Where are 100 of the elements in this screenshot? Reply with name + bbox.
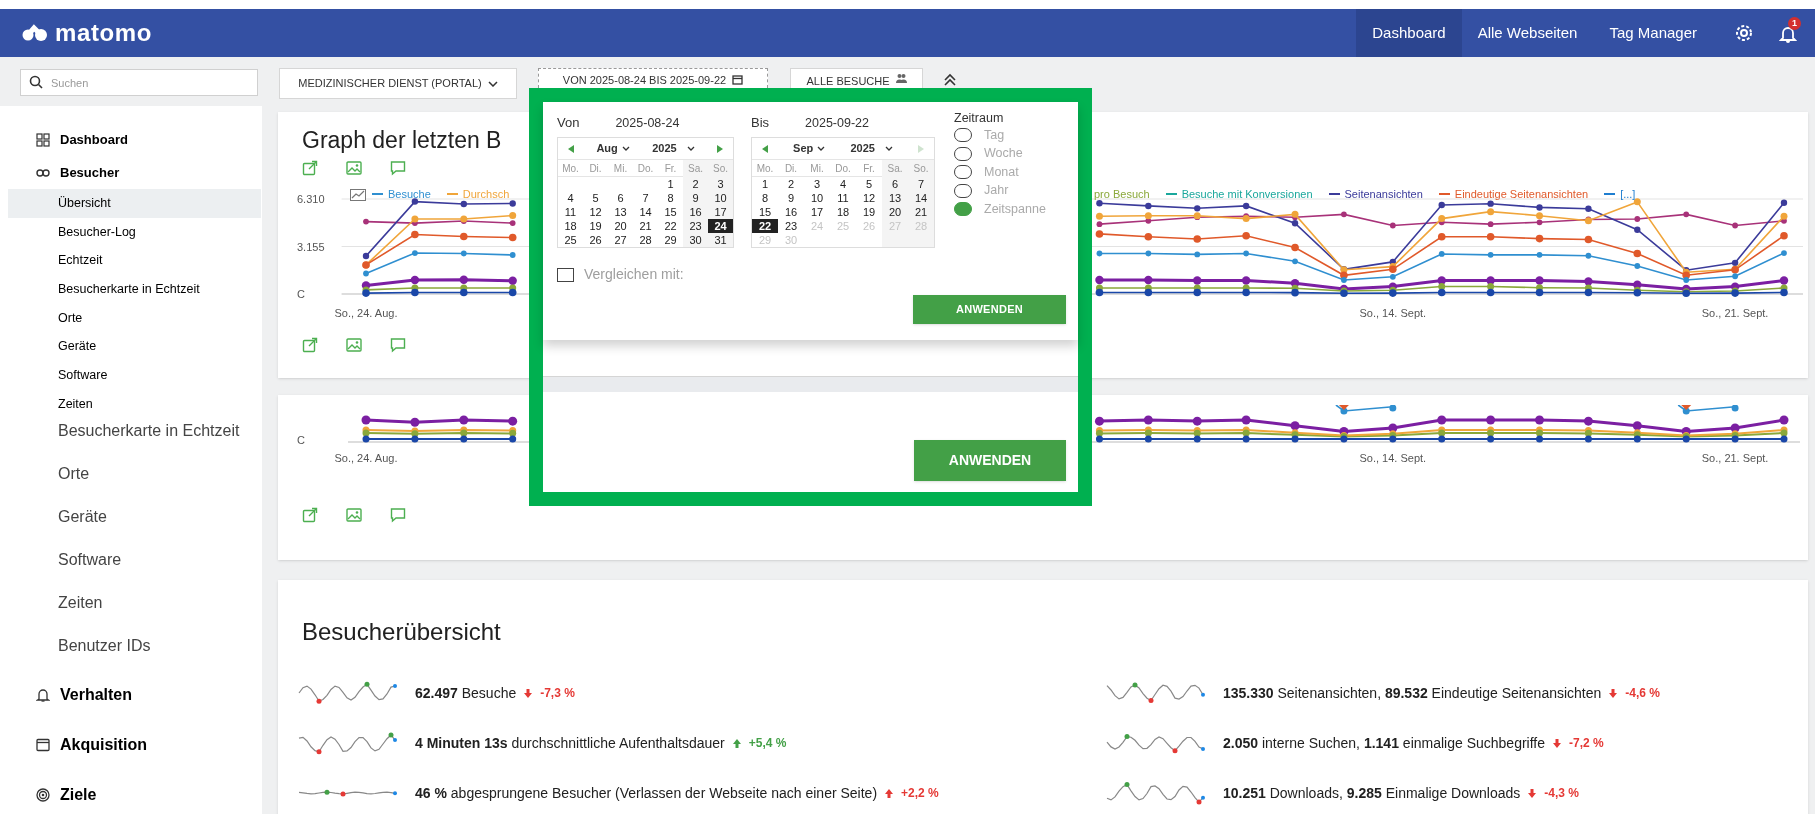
calendar-day[interactable]: 4	[830, 177, 856, 191]
calendar-day[interactable]: 11	[830, 191, 856, 205]
calendar-day[interactable]: 27	[608, 233, 633, 247]
calendar-day[interactable]: 11	[558, 205, 583, 219]
sidebar-item[interactable]: Zeiten	[8, 389, 261, 419]
month-select[interactable]: Sep	[793, 140, 826, 157]
sidebar-item[interactable]: Besucher-Log	[8, 217, 261, 247]
sidebar-item[interactable]: Besucher	[8, 156, 261, 189]
calendar-day[interactable]: 6	[608, 191, 633, 205]
calendar-day[interactable]: 20	[608, 219, 633, 233]
axis-label: So., 24. Aug.	[334, 307, 398, 319]
axis-label: 3.155	[297, 240, 325, 253]
sidebar-item[interactable]: Übersicht	[8, 189, 261, 218]
calendar-day[interactable]: 2	[778, 177, 804, 191]
year-select[interactable]: 2025	[652, 140, 695, 157]
calendar-day[interactable]: 23	[778, 219, 804, 233]
calendar-day[interactable]: 4	[558, 191, 583, 205]
calendar-day[interactable]: 28	[633, 233, 658, 247]
calendar-day[interactable]: 25	[558, 233, 583, 247]
sidebar-item[interactable]: Geräte	[8, 504, 261, 548]
sidebar-item[interactable]: Dashboard	[8, 123, 261, 156]
weekday-label: Fr.	[862, 161, 876, 176]
search-field[interactable]: Suchen	[20, 69, 258, 96]
calendar-day[interactable]: 10	[708, 191, 733, 205]
sidebar-item[interactable]: Echtzeit	[8, 246, 261, 276]
sidebar-item[interactable]: Benutzer IDs	[8, 633, 261, 677]
calendar-day[interactable]: 26	[583, 233, 608, 247]
legend-label[interactable]: Seitenansichten	[1344, 187, 1423, 201]
metric-text: 135.330 Seitenansichten, 89.532 Eindeutige Seitenansichten	[1223, 683, 1602, 703]
calendar-day[interactable]: 21	[633, 219, 658, 233]
sidebar-item[interactable]: Software	[8, 361, 261, 390]
calendar-day[interactable]: 5	[856, 177, 882, 191]
change-value: -4,3 %	[1544, 785, 1580, 802]
weekday-label: Fr.	[663, 161, 678, 176]
sidebar-item[interactable]: Besucherkarte in Echtzeit	[8, 275, 261, 304]
calendar-day[interactable]: 14	[633, 205, 658, 219]
logo-text[interactable]: matomo	[55, 15, 152, 51]
sidebar-item[interactable]: Orte	[8, 461, 261, 505]
metric-text: 46 % abgesprungene Besucher (Verlassen der Webseite nach einer Seite)	[415, 783, 878, 803]
calendar-day[interactable]: 6	[882, 177, 908, 191]
calendar-day[interactable]: 7	[633, 191, 658, 205]
sidebar-item[interactable]: Software	[8, 547, 261, 591]
calendar-day[interactable]: 13	[608, 205, 633, 219]
calendar-day[interactable]: 9	[683, 191, 708, 205]
sidebar-item[interactable]: Verhalten	[8, 676, 261, 727]
calendar-day[interactable]: 12	[583, 205, 608, 219]
calendar-day[interactable]: 7	[908, 177, 934, 191]
weekday-label: Do.	[834, 161, 852, 176]
calendar-day[interactable]: 31	[708, 233, 733, 247]
weekday-label: Di.	[783, 161, 799, 176]
nav-link[interactable]: Dashboard	[1356, 9, 1462, 57]
month-select[interactable]: Aug	[596, 140, 630, 157]
calendar-day[interactable]: 19	[583, 219, 608, 233]
calendar-day[interactable]: 2	[683, 177, 708, 191]
calendar-day[interactable]: 18	[830, 205, 856, 219]
sidebar-item[interactable]: Geräte	[8, 332, 261, 362]
calendar-day[interactable]: 17	[708, 205, 733, 219]
calendar-day[interactable]: 15	[752, 205, 778, 219]
calendar-day[interactable]: 1	[752, 177, 778, 191]
date-value: 2025-09-22	[805, 114, 869, 132]
calendar-day[interactable]: 30	[683, 233, 708, 247]
calendar-day[interactable]: 15	[658, 205, 683, 219]
sidebar-item[interactable]: Zeiten	[8, 590, 261, 634]
calendar-day[interactable]: 8	[752, 191, 778, 205]
calendar-day[interactable]: 12	[856, 191, 882, 205]
calendar-day[interactable]: 16	[778, 205, 804, 219]
calendar-day[interactable]: 19	[856, 205, 882, 219]
calendar-day[interactable]: 3	[804, 177, 830, 191]
calendar-day[interactable]: 17	[804, 205, 830, 219]
notification-badge: 1	[1788, 17, 1801, 30]
segment-selector[interactable]: ALLE BESUCHE	[790, 68, 923, 88]
year-select[interactable]: 2025	[850, 140, 893, 157]
calendar-day[interactable]: 23	[683, 219, 708, 233]
legend-label[interactable]: [...]	[1620, 187, 1636, 201]
calendar-day[interactable]: 22	[658, 219, 683, 233]
nav-link[interactable]: Tag Manager	[1593, 9, 1713, 57]
calendar-day[interactable]: 13	[882, 191, 908, 205]
calendar-day[interactable]: 10	[804, 191, 830, 205]
nav-link[interactable]: Alle Webseiten	[1461, 9, 1594, 57]
calendar-day[interactable]: 5	[583, 191, 608, 205]
calendar-day[interactable]: 20	[882, 205, 908, 219]
sidebar-item[interactable]: Ziele	[8, 776, 261, 814]
calendar-day[interactable]: 8	[658, 191, 683, 205]
calendar-day[interactable]: 29	[658, 233, 683, 247]
calendar-day[interactable]: 24	[708, 219, 733, 233]
sidebar-item[interactable]: Akquisition	[8, 726, 261, 777]
sidebar-item[interactable]: Besucherkarte in Echtzeit	[8, 418, 261, 462]
calendar-day[interactable]: 16	[683, 205, 708, 219]
calendar-day[interactable]: 3	[708, 177, 733, 191]
legend-label[interactable]: Besuche	[388, 187, 431, 201]
calendar-day[interactable]: 9	[778, 191, 804, 205]
calendar-day[interactable]: 21	[908, 205, 934, 219]
sidebar-item[interactable]: Orte	[8, 303, 261, 333]
legend-label[interactable]: Eindeutige Seitenansichten	[1454, 187, 1589, 201]
site-selector[interactable]: MEDIZINISCHER DIENST (PORTAL)	[279, 68, 517, 99]
calendar-day[interactable]: 14	[908, 191, 934, 205]
date-range-selector[interactable]: VON 2025-08-24 BIS 2025-09-22	[538, 68, 768, 88]
calendar-day[interactable]: 22	[752, 219, 778, 233]
calendar-day[interactable]: 1	[658, 177, 683, 191]
calendar-day[interactable]: 18	[558, 219, 583, 233]
